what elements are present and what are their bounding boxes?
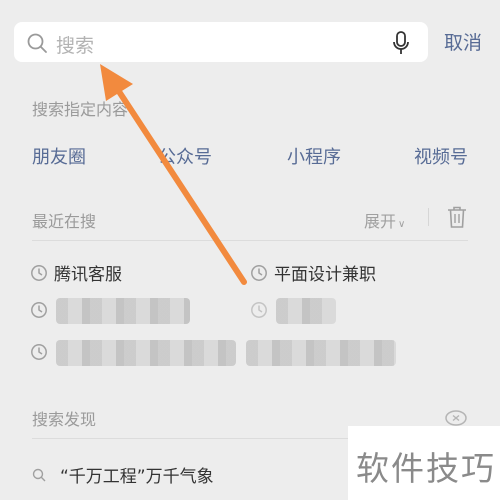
annotation-arrow <box>100 64 247 285</box>
